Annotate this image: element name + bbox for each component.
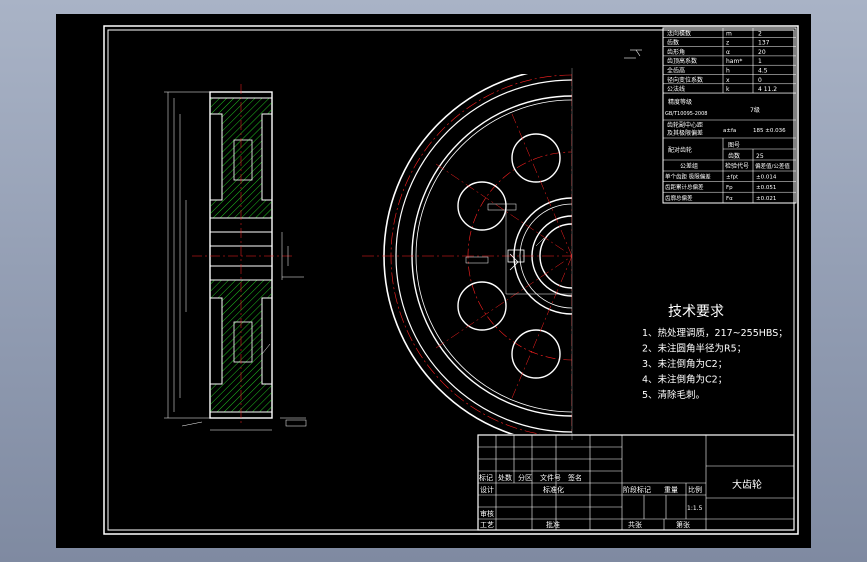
mating-gear-label: 配对齿轮 <box>668 146 692 154</box>
param-sym: m <box>726 30 732 37</box>
param-sym: z <box>726 40 729 47</box>
param-sym: k <box>726 86 730 93</box>
tb-standard: 标准化 <box>543 485 564 494</box>
check-header-group: 公差组 <box>680 162 698 170</box>
accuracy-standard: GB/T10095-2008 <box>665 111 707 117</box>
check-name: 齿距累计总偏差 <box>665 183 704 191</box>
technical-requirements: 技术要求 1、热处理调质，217~255HBS； 2、未注圆角半径为R5； 3、未注… <box>642 304 788 401</box>
tb-sign: 签名 <box>568 473 582 482</box>
param-val: 4.5 <box>758 68 768 75</box>
check-val: ±0.014 <box>756 175 777 181</box>
tb-count: 处数 <box>498 473 512 482</box>
tech-item: 1、热处理调质，217~255HBS； <box>642 327 788 339</box>
param-val: 137 <box>758 40 770 47</box>
gear-section-view <box>164 84 307 431</box>
title-block: 标记 处数 分区 文件号 签名 设计 标准化 阶段标记 重量 比例 1:1.5 … <box>477 434 795 531</box>
param-val: 4 11.2 <box>758 86 777 93</box>
param-name: 齿顶高系数 <box>667 57 697 65</box>
check-sym: Fα <box>726 196 733 202</box>
check-val: ±0.021 <box>756 196 776 202</box>
param-name: 法向模数 <box>667 29 691 37</box>
check-sym: ±fpt <box>726 175 739 181</box>
tech-item: 5、清除毛刺。 <box>642 389 705 401</box>
param-val: 20 <box>758 49 766 56</box>
accuracy-value: 7级 <box>750 106 760 114</box>
param-name: 齿数 <box>667 39 679 47</box>
tb-review: 审核 <box>480 509 494 518</box>
mating-teeth-label: 齿数 <box>728 152 740 160</box>
center-distance-label: 齿轮副中心距 <box>667 121 703 129</box>
param-sym: ham* <box>726 58 742 65</box>
mating-drawing-no-label: 图号 <box>728 142 740 149</box>
params-table: 法向模数 m 2 齿数 z 137 齿形角 α 20 齿顶高系数 ham* 1 全齿高 h 4.5 径向变位系… <box>662 27 797 204</box>
tb-process: 工艺 <box>480 521 494 529</box>
tech-item: 4、未注倒角为C2； <box>642 374 727 386</box>
param-name: 全齿高 <box>667 67 685 75</box>
check-name: 齿廓总偏差 <box>665 194 693 202</box>
tech-item: 2、未注圆角半径为R5； <box>642 343 746 355</box>
tb-approve: 批准 <box>546 520 560 529</box>
param-name: 公法线 <box>667 85 685 93</box>
param-sym: h <box>726 68 730 75</box>
param-val: 2 <box>758 30 762 37</box>
tb-weight: 重量 <box>664 486 678 494</box>
cad-drawing-viewport[interactable]: 法向模数 m 2 齿数 z 137 齿形角 α 20 齿顶高系数 ham* 1 全齿高 h 4.5 径向变位系… <box>56 14 811 548</box>
tb-stage-mark: 阶段标记 <box>623 485 651 494</box>
tb-sheet-no: 第张 <box>676 520 690 529</box>
param-name: 齿形角 <box>667 48 685 56</box>
param-val: 0 <box>758 77 762 84</box>
param-sym: x <box>726 77 730 84</box>
tb-zone: 分区 <box>518 473 532 482</box>
param-val: 1 <box>758 58 762 65</box>
center-distance-value: 185 ±0.036 <box>753 128 786 134</box>
tb-doc-no: 文件号 <box>540 473 561 482</box>
tb-design: 设计 <box>480 485 494 494</box>
tb-scale-value: 1:1.5 <box>687 505 703 512</box>
center-distance-label-2: 及其极限偏差 <box>667 129 703 137</box>
check-val: ±0.051 <box>756 185 776 191</box>
tech-item: 3、未注倒角为C2； <box>642 358 727 370</box>
check-sym: Fp <box>726 185 733 191</box>
outer-frame <box>103 25 799 535</box>
tb-part-name: 大齿轮 <box>732 478 762 491</box>
check-header-code: 检验代号 <box>725 162 749 170</box>
tech-title: 技术要求 <box>668 304 724 320</box>
mating-teeth-value: 25 <box>756 153 764 160</box>
param-name: 径向变位系数 <box>667 76 703 84</box>
check-header-value: 偏差值/公差值 <box>755 162 790 170</box>
accuracy-label: 精度等级 <box>668 98 692 106</box>
tb-mark: 标记 <box>479 473 493 482</box>
check-name: 单个齿距 极限偏差 <box>665 173 711 181</box>
roughness-note <box>624 49 642 59</box>
param-sym: α <box>726 49 730 56</box>
center-distance-symbol: a±fa <box>723 128 736 134</box>
tb-sheets-total: 共张 <box>628 520 642 529</box>
tb-scale: 比例 <box>688 485 702 494</box>
drawing-svg: 法向模数 m 2 齿数 z 137 齿形角 α 20 齿顶高系数 ham* 1 全齿高 h 4.5 径向变位系… <box>103 25 799 535</box>
